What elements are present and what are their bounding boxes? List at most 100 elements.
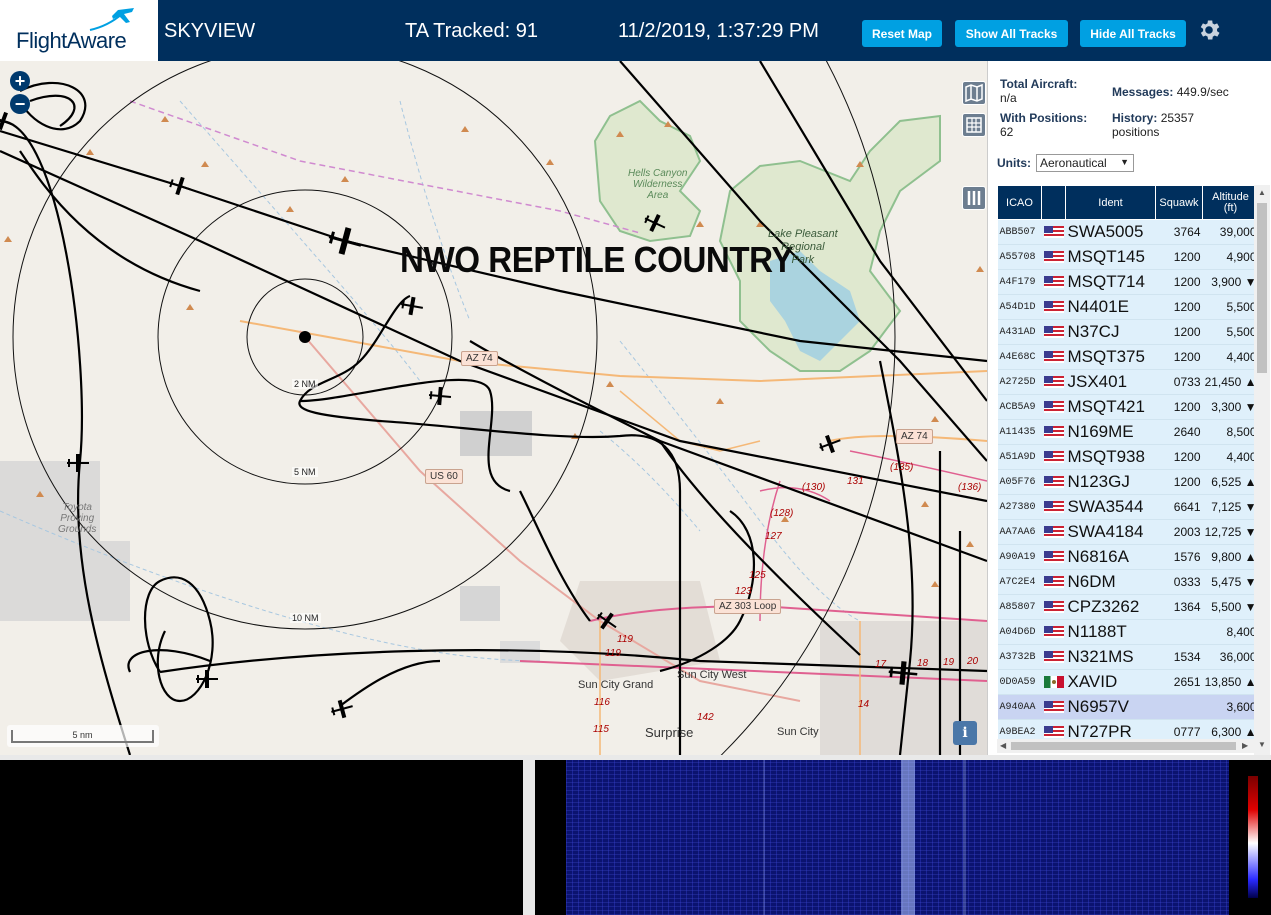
cell-icao: A940AA — [997, 694, 1042, 720]
cell-flag — [1041, 394, 1066, 420]
table-row[interactable]: AA7AA6 SWA4184 2003 12,725 ▼ — [997, 519, 1259, 545]
table-row[interactable]: A85807 CPZ3262 1364 5,500 ▼ — [997, 594, 1259, 620]
cell-ident: MSQT714 — [1065, 269, 1156, 295]
cell-flag — [1041, 344, 1066, 370]
cell-squawk: 1200 — [1155, 269, 1203, 295]
map-info-button[interactable]: i — [953, 721, 977, 745]
table-row[interactable]: A90A19 N6816A 1576 9,800 ▲ — [997, 544, 1259, 570]
units-select[interactable]: Aeronautical — [1036, 154, 1134, 172]
map-layers-button[interactable] — [962, 81, 986, 105]
total-aircraft-value: n/a — [1000, 91, 1017, 105]
skyview-app: FlightAware SKYVIEW TA Tracked: 91 11/2/… — [0, 0, 1271, 915]
table-row[interactable]: A7C2E4 N6DM 0333 5,475 ▼ — [997, 569, 1259, 595]
table-row[interactable]: A51A9D MSQT938 1200 4,400 — [997, 444, 1259, 470]
cell-squawk: 1200 — [1155, 319, 1203, 345]
label-sun-city-west: Sun City West — [677, 669, 747, 681]
cell-flag — [1041, 644, 1066, 670]
road-number: (130) — [802, 482, 826, 493]
waterfall-signal-line — [901, 760, 915, 915]
table-row[interactable]: A4E68C MSQT375 1200 4,400 — [997, 344, 1259, 370]
cell-squawk: 1200 — [1155, 444, 1203, 470]
range-ring-label-2nm: 2 NM — [292, 379, 318, 389]
cell-ident: MSQT938 — [1065, 444, 1156, 470]
table-row[interactable]: ABB507 SWA5005 3764 39,000 — [997, 219, 1259, 245]
cell-ident: SWA5005 — [1065, 219, 1156, 245]
cell-ident: MSQT421 — [1065, 394, 1156, 420]
mexico-flag-icon — [1043, 675, 1064, 688]
cell-flag — [1041, 519, 1066, 545]
flightaware-logo[interactable]: FlightAware — [0, 0, 158, 61]
road-number: 131 — [847, 476, 864, 487]
cell-altitude: 6,525 ▲ — [1202, 469, 1259, 495]
cell-altitude: 12,725 ▼ — [1202, 519, 1259, 545]
cell-ident: N37CJ — [1065, 319, 1156, 345]
us-flag-icon — [1043, 600, 1064, 613]
header-bar: FlightAware SKYVIEW TA Tracked: 91 11/2/… — [0, 0, 1271, 61]
waterfall-color-scale — [1248, 776, 1258, 898]
map-grid-button[interactable] — [962, 113, 986, 137]
col-squawk[interactable]: Squawk — [1155, 185, 1203, 220]
range-ring-label-5nm: 5 NM — [292, 467, 318, 477]
col-ident[interactable]: Ident — [1065, 185, 1156, 220]
cell-icao: AA7AA6 — [997, 519, 1042, 545]
cell-flag — [1041, 444, 1066, 470]
table-row[interactable]: ACB5A9 MSQT421 1200 3,300 ▼ — [997, 394, 1259, 420]
waterfall-signal-line — [763, 760, 765, 915]
table-row[interactable]: A54D1D N4401E 1200 5,500 — [997, 294, 1259, 320]
table-row[interactable]: A55708 MSQT145 1200 4,900 — [997, 244, 1259, 270]
cell-icao: A04D6D — [997, 619, 1042, 645]
map-view[interactable]: NWO REPTILE COUNTRY 2 NM 5 NM 10 NM Hell… — [0, 61, 987, 755]
show-all-tracks-button[interactable]: Show All Tracks — [955, 20, 1068, 47]
table-row[interactable]: 0D0A59 XAVID 2651 13,850 ▲ — [997, 669, 1259, 695]
table-horizontal-scrollbar[interactable]: ◀ ▶ — [997, 739, 1254, 753]
cell-icao: A55708 — [997, 244, 1042, 270]
table-row[interactable]: A11435 N169ME 2640 8,500 — [997, 419, 1259, 445]
table-row[interactable]: A940AA N6957V 3,600 — [997, 694, 1259, 720]
cell-altitude: 5,500 — [1202, 319, 1259, 345]
cell-flag — [1041, 569, 1066, 595]
shield-az74-east: AZ 74 — [896, 429, 933, 444]
table-row[interactable]: A2725D JSX401 0733 21,450 ▲ — [997, 369, 1259, 395]
road-number: 119 — [605, 648, 621, 659]
horizontal-scroll-thumb[interactable] — [1011, 742, 1236, 750]
spectrum-panel — [0, 760, 523, 915]
table-row[interactable]: A04D6D N1188T 8,400 — [997, 619, 1259, 645]
gear-icon[interactable] — [1196, 17, 1222, 43]
table-row[interactable]: A3732B N321MS 1534 36,000 — [997, 644, 1259, 670]
cell-altitude: 9,800 ▲ — [1202, 544, 1259, 570]
scroll-right-icon[interactable]: ▶ — [1242, 741, 1248, 750]
cell-ident: CPZ3262 — [1065, 594, 1156, 620]
col-altitude[interactable]: Altitude (ft) — [1202, 185, 1259, 220]
cell-flag — [1041, 619, 1066, 645]
cell-squawk — [1155, 694, 1203, 720]
cell-ident: N321MS — [1065, 644, 1156, 670]
table-row[interactable]: A05F76 N123GJ 1200 6,525 ▲ — [997, 469, 1259, 495]
hide-all-tracks-button[interactable]: Hide All Tracks — [1080, 20, 1186, 47]
col-icao[interactable]: ICAO — [997, 185, 1042, 220]
table-row[interactable]: A431AD N37CJ 1200 5,500 — [997, 319, 1259, 345]
col-flag[interactable] — [1041, 185, 1066, 220]
cell-icao: ACB5A9 — [997, 394, 1042, 420]
vertical-scroll-thumb[interactable] — [1257, 203, 1267, 373]
road-number: 125 — [749, 570, 766, 581]
messages-label: Messages: — [1112, 85, 1174, 99]
table-row[interactable]: A4F179 MSQT714 1200 3,900 ▼ — [997, 269, 1259, 295]
zoom-out-button[interactable]: − — [10, 94, 30, 114]
column-toggle-button[interactable] — [962, 186, 986, 210]
cell-icao: A431AD — [997, 319, 1042, 345]
road-number: (135) — [890, 462, 914, 473]
cell-altitude: 7,125 ▼ — [1202, 494, 1259, 520]
aircraft-table-body: ABB507 SWA5005 3764 39,000 A55708 MSQT145 1200… — [997, 219, 1259, 745]
scroll-up-icon[interactable]: ▲ — [1258, 188, 1266, 197]
us-flag-icon — [1043, 625, 1064, 638]
scroll-left-icon[interactable]: ◀ — [1000, 741, 1006, 750]
cell-icao: A3732B — [997, 644, 1042, 670]
table-row[interactable]: A27380 SWA3544 6641 7,125 ▼ — [997, 494, 1259, 520]
label-hells-canyon: Hells Canyon Wilderness Area — [628, 168, 688, 201]
zoom-in-button[interactable]: + — [10, 71, 30, 91]
reset-map-button[interactable]: Reset Map — [862, 20, 942, 47]
waterfall-signal-line — [963, 760, 966, 915]
table-vertical-scrollbar[interactable]: ▲ ▼ — [1254, 185, 1270, 755]
scroll-down-icon[interactable]: ▼ — [1258, 740, 1266, 749]
map-scale: 5 nm — [7, 725, 159, 747]
